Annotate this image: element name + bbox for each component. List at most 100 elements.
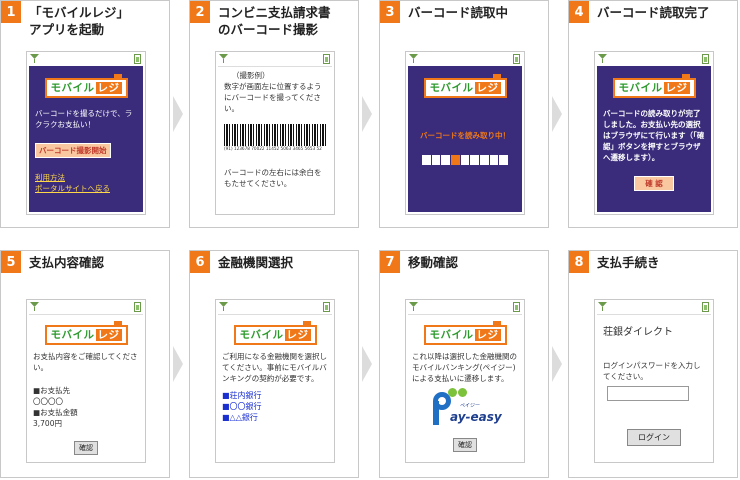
phone-mockup: （撮影例） 数字が画面左に位置するようにバーコードを撮ってください。 (91) … (215, 51, 335, 215)
camera-guide-screen: （撮影例） 数字が画面左に位置するようにバーコードを撮ってください。 (91) … (218, 66, 332, 212)
barcode-image (224, 124, 326, 146)
phone-mockup: モバイル レジ これ以降は選択した金融機関のモバイルバンキング(ペイジー)による支… (405, 299, 525, 463)
phone-mockup: モバイル レジ バーコードを読み取り中！ (405, 51, 525, 215)
step-number: 1 (1, 1, 21, 23)
step-number: 2 (190, 1, 210, 23)
intro-text: バーコードを撮るだけで、ラクラクお支払い！ (35, 109, 133, 129)
step-panel-5: 5 支払内容確認 モバイル レジ お支払内容をご確認してください。 ■お支払先 〇… (0, 250, 170, 478)
signal-icon (30, 54, 39, 63)
signal-icon (598, 54, 607, 63)
status-bar (27, 52, 145, 66)
signal-icon (30, 302, 39, 311)
phone-mockup: モバイル レジ バーコードを撮るだけで、ラクラクお支払い！ バーコード撮影開始 利… (26, 51, 146, 215)
next-arrow-icon (172, 96, 184, 132)
next-arrow-icon (361, 96, 373, 132)
mobile-regi-logo: モバイル レジ (44, 321, 128, 345)
instruction-text: 数字が画面左に位置するようにバーコードを撮ってください。 (224, 82, 322, 113)
next-arrow-icon (172, 346, 184, 382)
step-number: 4 (569, 1, 589, 23)
signal-icon (598, 302, 607, 311)
phone-mockup: モバイル レジ バーコードの読み取りが完了しました。お支払い先の選択はブラウザにて… (594, 51, 714, 215)
step-number: 7 (380, 251, 400, 273)
step-title: バーコード読取中 (408, 5, 509, 20)
bank-link-2[interactable]: ■〇〇銀行 (222, 401, 328, 412)
mobile-regi-logo: モバイル レジ (233, 321, 317, 345)
payeasy-logo: ペイジー ay-easy (432, 388, 518, 432)
barcode-number: (91) 123678 70022 11452 5063 3465 5653 5… (224, 146, 322, 151)
step-panel-8: 8 支払手続き 荘銀ダイレクト ログインパスワードを入力してください。 ログイン (568, 250, 738, 478)
status-bar (595, 52, 713, 66)
step-title: 「モバイルレジ」 アプリを起動 (29, 5, 130, 37)
step-number: 8 (569, 251, 589, 273)
step-panel-7: 7 移動確認 モバイル レジ これ以降は選択した金融機関のモバイルバンキング(ペイ… (379, 250, 549, 478)
battery-icon (513, 302, 520, 312)
bank-login-screen: 荘銀ダイレクト ログインパスワードを入力してください。 ログイン (597, 314, 711, 460)
bank-name: 荘銀ダイレクト (603, 327, 673, 338)
step-number: 5 (1, 251, 21, 273)
step-panel-3: 3 バーコード読取中 モバイル レジ バーコードを読み取り中！ (379, 0, 549, 228)
reading-status: バーコードを読み取り中！ (420, 131, 510, 140)
step-title: バーコード読取完了 (597, 5, 710, 20)
confirm-button[interactable]: 確認 (453, 438, 477, 452)
portal-link[interactable]: ポータルサイトへ戻る (35, 183, 137, 194)
complete-screen: モバイル レジ バーコードの読み取りが完了しました。お支払い先の選択はブラウザにて… (597, 66, 711, 212)
start-scan-button[interactable]: バーコード撮影開始 (35, 143, 111, 158)
signal-icon (409, 54, 418, 63)
bank-select-text: ご利用になる金融機関を選択してください。事前にモバイルバンキングの契約が必要です… (222, 352, 327, 383)
login-button[interactable]: ログイン (627, 429, 681, 446)
bank-link-shonai[interactable]: ■荘内銀行 (222, 390, 328, 401)
signal-icon (409, 302, 418, 311)
login-instruction: ログインパスワードを入力してください。 (603, 361, 701, 381)
mobile-regi-logo: モバイル レジ (612, 74, 696, 98)
amount-value: 3,700円 (33, 419, 62, 428)
status-bar (216, 52, 334, 66)
step-title: 移動確認 (408, 255, 459, 270)
phone-mockup: 荘銀ダイレクト ログインパスワードを入力してください。 ログイン (594, 299, 714, 463)
step-panel-1: 1 「モバイルレジ」 アプリを起動 モバイル レジ バーコードを撮るだけで、ラクラ… (0, 0, 170, 228)
mobile-regi-logo: モバイル レジ (44, 74, 128, 98)
step-title: 支払内容確認 (29, 255, 105, 270)
step-title: 金融機関選択 (218, 255, 294, 270)
payee-label: ■お支払先 (33, 386, 71, 395)
example-label: （撮影例） (232, 71, 270, 80)
battery-icon (134, 54, 141, 64)
payee-value: 〇〇〇〇 (33, 397, 63, 406)
password-input[interactable] (607, 386, 689, 401)
reading-screen: モバイル レジ バーコードを読み取り中！ (408, 66, 522, 212)
step-number: 3 (380, 1, 400, 23)
signal-icon (219, 302, 228, 311)
phone-mockup: モバイル レジ ご利用になる金融機関を選択してください。事前にモバイルバンキングの… (215, 299, 335, 463)
confirm-text: お支払内容をご確認してください。 (33, 352, 138, 372)
step-number: 6 (190, 251, 210, 273)
phone-mockup: モバイル レジ お支払内容をご確認してください。 ■お支払先 〇〇〇〇 ■お支払金… (26, 299, 146, 463)
battery-icon (323, 302, 330, 312)
transfer-confirm-screen: モバイル レジ これ以降は選択した金融機関のモバイルバンキング(ペイジー)による支… (408, 314, 522, 460)
complete-text: バーコードの読み取りが完了しました。お支払い先の選択はブラウザにて行います（「確… (603, 109, 705, 162)
payment-confirm-screen: モバイル レジ お支払内容をご確認してください。 ■お支払先 〇〇〇〇 ■お支払金… (29, 314, 143, 460)
margin-note: バーコードの左右には余白をもたせてください。 (224, 168, 322, 188)
amount-label: ■お支払金額 (33, 408, 78, 417)
battery-icon (702, 302, 709, 312)
next-arrow-icon (551, 96, 563, 132)
next-arrow-icon (361, 346, 373, 382)
bank-link-3[interactable]: ■△△銀行 (222, 412, 328, 423)
step-panel-4: 4 バーコード読取完了 モバイル レジ バーコードの読み取りが完了しました。お支払… (568, 0, 738, 228)
transfer-text: これ以降は選択した金融機関のモバイルバンキング(ペイジー)による支払いに遷移しま… (412, 352, 517, 383)
step-panel-2: 2 コンビニ支払請求書 のバーコード撮影 （撮影例） 数字が画面左に位置するよう… (189, 0, 359, 228)
status-bar (406, 52, 524, 66)
confirm-button[interactable]: 確認 (74, 441, 98, 455)
progress-bar (422, 155, 509, 165)
battery-icon (134, 302, 141, 312)
signal-icon (219, 54, 228, 63)
status-bar (595, 300, 713, 314)
usage-link[interactable]: 利用方法 (35, 172, 137, 183)
mobile-regi-logo: モバイル レジ (423, 74, 507, 98)
battery-icon (702, 54, 709, 64)
confirm-button[interactable]: 確 認 (634, 176, 674, 191)
step-title: 支払手続き (597, 255, 660, 270)
status-bar (216, 300, 334, 314)
next-arrow-icon (551, 346, 563, 382)
battery-icon (323, 54, 330, 64)
status-bar (406, 300, 524, 314)
app-screen: モバイル レジ バーコードを撮るだけで、ラクラクお支払い！ バーコード撮影開始 利… (29, 66, 143, 212)
